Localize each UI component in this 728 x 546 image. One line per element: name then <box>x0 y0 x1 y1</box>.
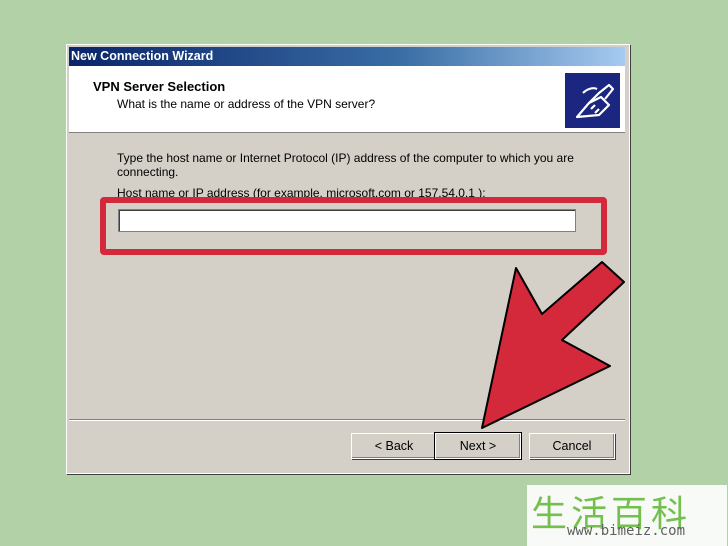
back-button[interactable]: < Back <box>351 433 437 459</box>
watermark: 生活百科 www.bimeiz.com <box>527 485 727 546</box>
instructions-text: Type the host name or Internet Protocol … <box>117 151 574 179</box>
pointer-arrow-icon <box>481 261 625 429</box>
network-cable-icon <box>565 73 620 128</box>
page-title: VPN Server Selection <box>93 79 226 94</box>
page-subtitle: What is the name or address of the VPN s… <box>117 97 376 111</box>
wizard-header: VPN Server Selection What is the name or… <box>69 66 625 133</box>
highlight-annotation <box>100 197 607 255</box>
window-title: New Connection Wizard <box>69 47 625 66</box>
watermark-url: www.bimeiz.com <box>567 523 686 539</box>
